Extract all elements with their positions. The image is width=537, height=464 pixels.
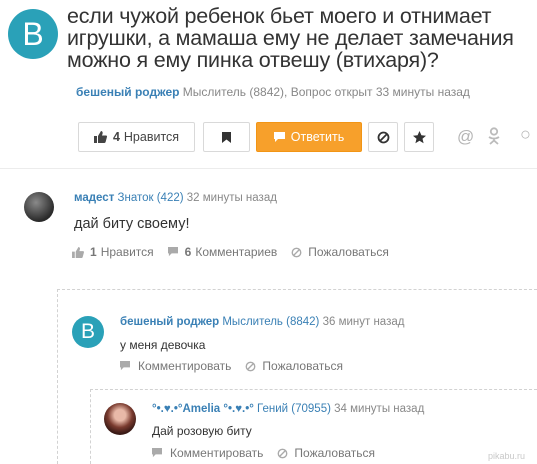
question-status: Вопрос открыт 33 минуты назад (290, 85, 470, 99)
answer-label: Ответить (290, 130, 345, 144)
comment-time: 36 минут назад (322, 316, 405, 328)
answer-comments-action[interactable]: 6 Комментариев (167, 245, 278, 259)
star-button[interactable] (404, 122, 434, 152)
answer-time: 32 минуты назад (186, 192, 277, 204)
speech-bubble-icon (152, 448, 162, 458)
like-label: Нравится (123, 130, 180, 144)
bookmark-button[interactable] (203, 122, 250, 152)
comment-report-label: Пожаловаться (262, 359, 343, 373)
question-title: если чужой ребенок бьет моего и отнимает… (67, 4, 514, 72)
answer-report-action[interactable]: Пожаловаться (291, 245, 389, 259)
block-icon (246, 361, 256, 371)
speech-bubble-icon (167, 247, 178, 257)
comment-author-rank: Мыслитель (8842) (222, 316, 320, 328)
watermark: pikabu.ru (488, 451, 526, 461)
more-icon[interactable]: ○ (520, 124, 531, 145)
question-meta: бешеный роджер Мыслитель (8842), Вопрос … (76, 85, 470, 99)
block-icon (278, 448, 288, 458)
answer-button[interactable]: Ответить (256, 122, 362, 152)
comment-reply-action[interactable]: Комментировать (152, 446, 263, 460)
comment-time: 34 минуты назад (334, 403, 425, 415)
comment-text: у меня девочка (120, 338, 206, 352)
block-icon (291, 247, 302, 257)
comment-reply-label: Комментировать (170, 446, 264, 460)
answer-avatar[interactable] (24, 192, 54, 222)
comment-report-action[interactable]: Пожаловаться (277, 446, 375, 460)
answer-author-rank: Знаток (422) (117, 192, 184, 204)
comment-author-rank: Гений (70955) (257, 403, 331, 415)
block-icon (377, 131, 389, 143)
answer-comments-label: Комментариев (195, 245, 278, 259)
thumbs-up-icon (93, 131, 107, 143)
comment-reply-label: Комментировать (138, 359, 232, 373)
comment-author-line: °•.♥.•°Amelia °•.♥.•° Гений (70955) 34 м… (152, 403, 424, 415)
comment-actions: Комментировать Пожаловаться (152, 446, 375, 460)
avatar-letter: B (80, 320, 95, 343)
thread-guide-line (57, 289, 58, 464)
answer-like-count: 1 (90, 245, 97, 259)
like-button[interactable]: 4 Нравится (78, 122, 195, 152)
section-divider (0, 168, 537, 169)
answer-text: дай биту своему! (74, 216, 190, 232)
comment-avatar[interactable]: B (72, 316, 104, 348)
comment-actions: Комментировать Пожаловаться (120, 359, 343, 373)
question-avatar[interactable]: B (8, 9, 58, 59)
answer-like-action[interactable]: 1 Нравится (72, 245, 154, 259)
comment-reply-action[interactable]: Комментировать (120, 359, 231, 373)
email-share-icon[interactable]: @ (457, 127, 474, 147)
comment-author-line: бешеный роджер Мыслитель (8842) 36 минут… (120, 316, 404, 328)
question-author-rank: Мыслитель (8842), (182, 85, 288, 99)
bookmark-icon (222, 131, 231, 143)
speech-bubble-icon (273, 131, 285, 142)
answer-actions: 1 Нравится 6 Комментариев Пожаловаться (72, 245, 389, 259)
answer-report-label: Пожаловаться (308, 245, 389, 259)
answer-author-link[interactable]: мадест (74, 192, 114, 204)
block-button[interactable] (368, 122, 398, 152)
comment-author-link[interactable]: бешеный роджер (120, 316, 219, 328)
answer-comments-count: 6 (184, 245, 192, 259)
answer-like-label: Нравится (100, 245, 154, 259)
nested-thread-divider (90, 389, 537, 390)
comment-avatar[interactable] (104, 403, 136, 435)
odnoklassniki-icon[interactable] (487, 127, 501, 145)
thread-divider (57, 289, 537, 290)
comment-text: Дай розовую биту (152, 424, 252, 438)
like-count: 4 (112, 130, 120, 144)
thumbs-up-icon (72, 246, 84, 258)
star-icon (412, 130, 426, 143)
comment-report-action[interactable]: Пожаловаться (245, 359, 343, 373)
avatar-letter: B (22, 15, 44, 52)
nested-thread-guide-line (90, 389, 91, 464)
question-author-link[interactable]: бешеный роджер (76, 85, 179, 99)
comment-author-link[interactable]: °•.♥.•°Amelia °•.♥.•° (152, 403, 254, 415)
comment-report-label: Пожаловаться (294, 446, 375, 460)
answer-author-line: мадест Знаток (422) 32 минуты назад (74, 192, 277, 204)
speech-bubble-icon (120, 361, 130, 371)
